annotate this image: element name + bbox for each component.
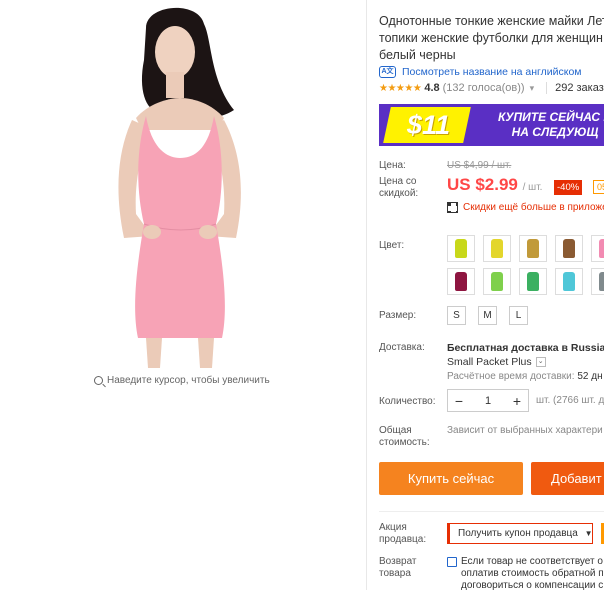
delivery-time: Расчётное время доставки: 52 дн xyxy=(447,371,603,382)
tank-top-thumbnail xyxy=(563,239,575,258)
banner-price: $11 xyxy=(407,110,451,140)
total-label: Общая стоимость: xyxy=(379,425,430,448)
pane-divider xyxy=(366,0,367,590)
product-gallery: Наведите курсор, чтобы увеличить xyxy=(0,0,366,590)
add-to-cart-button[interactable]: Добавит xyxy=(531,462,604,495)
discount-price-label: Цена со скидкой: xyxy=(379,176,419,199)
tank-top-thumbnail xyxy=(455,239,467,258)
swatch-yellow[interactable] xyxy=(483,235,511,262)
swatch-brown[interactable] xyxy=(555,235,583,262)
swatch-mustard[interactable] xyxy=(519,235,547,262)
tank-top-thumbnail xyxy=(563,272,575,291)
swatch-burgundy[interactable] xyxy=(447,268,475,295)
quantity-value[interactable]: 1 xyxy=(485,395,491,407)
size-option-l[interactable]: L xyxy=(509,306,528,325)
product-title: Однотонные тонкие женские майки Лет топи… xyxy=(379,14,604,62)
orders-count: 292 заказа xyxy=(546,82,604,94)
dropdown-arrow-icon: ▼ xyxy=(584,529,593,538)
returns-text: Если товар не соответствует о оплатив ст… xyxy=(461,556,604,590)
tank-top-thumbnail xyxy=(455,272,467,291)
swatch-gray[interactable] xyxy=(591,268,604,295)
shipping-label: Доставка: xyxy=(379,342,425,353)
color-label: Цвет: xyxy=(379,240,405,251)
size-options: S M L xyxy=(447,306,528,325)
magnifier-icon xyxy=(94,376,103,385)
delivery-time-value: 52 дн xyxy=(577,371,603,382)
swatch-yellow-green[interactable] xyxy=(447,235,475,262)
quantity-label: Количество: xyxy=(379,396,436,407)
shipping-method-name: Small Packet Plus xyxy=(447,356,532,368)
tank-top-thumbnail xyxy=(599,272,604,291)
size-option-s[interactable]: S xyxy=(447,306,466,325)
new-price-value: US $2.99 xyxy=(447,175,518,194)
seller-promo-label: Акция продавца: xyxy=(379,522,427,545)
tank-top-thumbnail xyxy=(599,239,604,258)
chevron-down-icon[interactable]: ⌄ xyxy=(535,357,546,367)
tank-top-thumbnail xyxy=(527,239,539,258)
buy-now-button[interactable]: Купить сейчас xyxy=(379,462,523,495)
total-note: Зависит от выбранных характери xyxy=(447,425,603,436)
price-label: Цена: xyxy=(379,160,406,171)
translate-icon: A文 xyxy=(379,66,396,78)
chevron-down-icon[interactable]: ▾ xyxy=(530,83,535,94)
shipping-title: Бесплатная доставка в Russian F xyxy=(447,342,604,354)
quantity-increase-button[interactable]: + xyxy=(506,390,528,411)
banner-promo-text: КУПИТЕ СЕЙЧАС И НА СЛЕДУЮЩ xyxy=(498,110,604,139)
app-deal-text: Скидки ещё больше в приложе xyxy=(463,202,604,213)
rating-value: 4.8 xyxy=(424,82,440,94)
get-seller-coupon-button[interactable]: Получить купон продавца ▼ xyxy=(447,523,593,544)
translate-link-text: Посмотреть название на английском xyxy=(402,66,582,78)
stock-info: шт. (2766 шт. д xyxy=(536,395,604,406)
app-deal-link[interactable]: Скидки ещё больше в приложе xyxy=(447,202,604,213)
tank-top-thumbnail xyxy=(491,239,503,258)
product-photo[interactable] xyxy=(28,0,334,368)
new-price: US $2.99 / шт. xyxy=(447,175,542,195)
shipping-info: Бесплатная доставка в Russian F Small Pa… xyxy=(447,341,604,369)
tank-top-thumbnail xyxy=(527,272,539,291)
coupon-tag[interactable]: 05 xyxy=(593,180,604,194)
rating-bar: ★★★★★ 4.8 (132 голоса(ов)) ▾ 292 заказа xyxy=(379,82,604,94)
returns-info: Если товар не соответствует о оплатив ст… xyxy=(447,556,604,590)
delivery-time-label: Расчётное время доставки: xyxy=(447,371,575,382)
swatch-lime[interactable] xyxy=(483,268,511,295)
promo-banner[interactable]: $11 КУПИТЕ СЕЙЧАС И НА СЛЕДУЮЩ xyxy=(379,104,604,146)
return-policy-icon xyxy=(447,557,457,567)
quantity-decrease-button[interactable]: − xyxy=(448,390,470,411)
shipping-method[interactable]: Small Packet Plus ⌄ xyxy=(447,355,604,369)
coupon-button-label: Получить купон продавца xyxy=(458,528,578,539)
rating-votes[interactable]: (132 голоса(ов)) xyxy=(443,82,525,94)
quantity-stepper: − 1 + xyxy=(447,389,529,412)
product-info: Однотонные тонкие женские майки Лет топи… xyxy=(379,0,604,590)
swatch-cyan[interactable] xyxy=(555,268,583,295)
section-divider xyxy=(379,511,604,512)
zoom-hint-text: Наведите курсор, чтобы увеличить xyxy=(107,375,270,386)
zoom-hint: Наведите курсор, чтобы увеличить xyxy=(94,375,270,386)
returns-label: Возврат товара xyxy=(379,556,417,579)
size-label: Размер: xyxy=(379,310,417,321)
color-swatches xyxy=(447,235,604,295)
star-rating-icon: ★★★★★ xyxy=(379,82,422,94)
translate-link[interactable]: A文 Посмотреть название на английском xyxy=(379,66,582,78)
swatch-pink[interactable] xyxy=(591,235,604,262)
per-unit: / шт. xyxy=(522,182,543,193)
tank-top-thumbnail xyxy=(491,272,503,291)
old-price: US $4,99 / шт. xyxy=(447,160,512,171)
discount-badge: -40% xyxy=(554,180,583,195)
size-option-m[interactable]: M xyxy=(478,306,497,325)
qr-code-icon xyxy=(447,202,458,213)
swatch-green[interactable] xyxy=(519,268,547,295)
